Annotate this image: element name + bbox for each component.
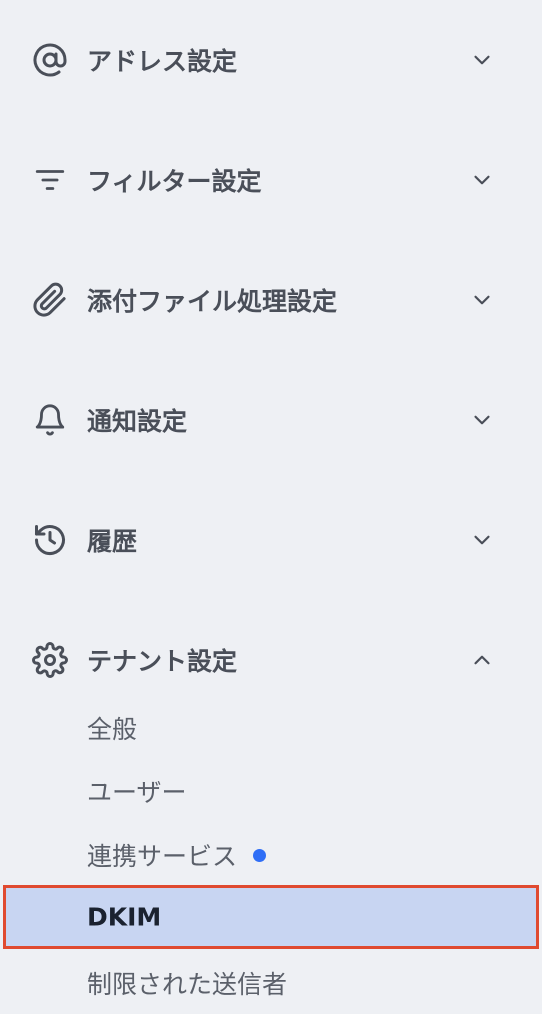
section-filter-settings[interactable]: フィルター設定 — [0, 150, 542, 210]
chevron-down-icon — [468, 406, 496, 434]
section-notification-settings[interactable]: 通知設定 — [0, 390, 542, 450]
at-sign-icon — [32, 42, 68, 78]
sidebar-item-restricted-senders[interactable]: 制限された送信者 — [0, 955, 542, 1011]
section-label: テナント設定 — [87, 647, 238, 676]
chevron-down-icon — [468, 286, 496, 314]
sidebar-item-label: 連携サービス — [87, 842, 238, 871]
chevron-down-icon — [468, 526, 496, 554]
section-label: アドレス設定 — [87, 47, 238, 76]
sidebar-item-general[interactable]: 全般 — [0, 700, 542, 756]
history-icon — [32, 522, 68, 558]
paperclip-icon — [32, 282, 68, 318]
section-label: 履歴 — [87, 527, 138, 556]
sidebar-item-label-wrap: 連携サービス — [87, 837, 267, 873]
section-address-settings[interactable]: アドレス設定 — [0, 30, 542, 90]
sidebar-item-label: 全般 — [87, 715, 138, 744]
bell-icon — [32, 402, 68, 438]
chevron-down-icon — [468, 46, 496, 74]
section-label: 通知設定 — [87, 407, 188, 436]
sidebar-item-label: 制限された送信者 — [87, 970, 288, 999]
sidebar-item-integrations[interactable]: 連携サービス — [0, 827, 542, 883]
sidebar-item-label: ユーザー — [87, 778, 187, 807]
chevron-up-icon — [468, 646, 496, 674]
section-label: 添付ファイル処理設定 — [87, 287, 338, 316]
filter-icon — [32, 162, 68, 198]
sidebar-item-label: DKIM — [87, 902, 162, 932]
sidebar-item-users[interactable]: ユーザー — [0, 763, 542, 819]
new-badge-dot — [253, 848, 267, 862]
gear-icon — [32, 642, 68, 678]
section-label: フィルター設定 — [87, 167, 262, 196]
section-history[interactable]: 履歴 — [0, 510, 542, 570]
section-attachment-settings[interactable]: 添付ファイル処理設定 — [0, 270, 542, 330]
section-tenant-settings[interactable]: テナント設定 — [0, 630, 542, 690]
chevron-down-icon — [468, 166, 496, 194]
sidebar-item-dkim[interactable]: DKIM — [3, 885, 539, 949]
